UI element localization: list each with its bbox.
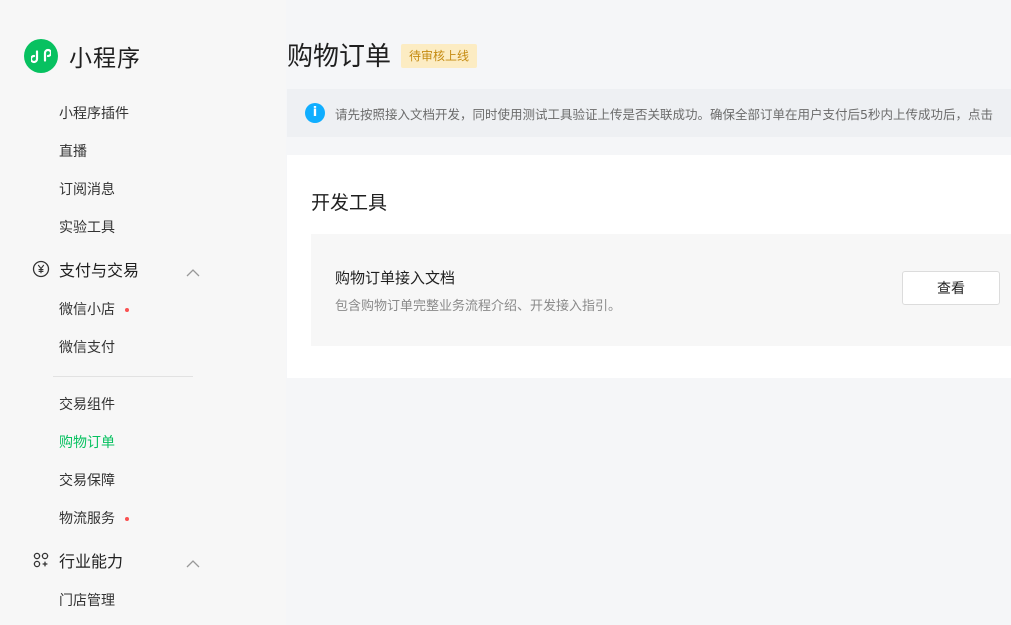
info-icon: i xyxy=(305,103,325,123)
dev-tools-card: 开发工具 购物订单接入文档 包含购物订单完整业务流程介绍、开发接入指引。 查看 xyxy=(287,155,1011,378)
sidebar-item-live[interactable]: 直播 xyxy=(59,142,87,162)
yuan-circle-icon xyxy=(32,260,50,278)
sidebar-item-label: 购物订单 xyxy=(59,435,115,451)
brand-name: 小程序 xyxy=(69,46,141,72)
sidebar-item-plugins[interactable]: 小程序插件 xyxy=(59,104,129,124)
doc-card-description: 包含购物订单完整业务流程介绍、开发接入指引。 xyxy=(335,299,622,314)
sidebar-item-label: 实验工具 xyxy=(59,220,115,236)
notice-banner: i 请先按照接入文档开发，同时使用测试工具验证上传是否关联成功。确保全部订单在用… xyxy=(287,89,1011,137)
sidebar-group-payment[interactable]: 支付与交易 xyxy=(32,258,202,280)
notification-dot xyxy=(125,517,129,521)
sidebar-item-label: 交易组件 xyxy=(59,397,115,413)
section-title: 开发工具 xyxy=(311,192,388,214)
sidebar-item-label: 小程序插件 xyxy=(59,106,129,122)
sidebar-item-store-management[interactable]: 门店管理 xyxy=(59,591,115,611)
sidebar-group-label: 支付与交易 xyxy=(59,261,140,280)
notification-dot xyxy=(125,308,129,312)
view-doc-button[interactable]: 查看 xyxy=(902,271,1000,305)
sidebar-item-label: 订阅消息 xyxy=(59,182,115,198)
page-title: 购物订单 xyxy=(287,42,392,72)
mini-program-logo-icon xyxy=(24,39,58,73)
sidebar-item-label: 门店管理 xyxy=(59,593,115,609)
sidebar-item-subscribe-messages[interactable]: 订阅消息 xyxy=(59,180,115,200)
sidebar-item-label: 微信支付 xyxy=(59,340,115,356)
sidebar-divider xyxy=(53,376,193,377)
doc-card-title: 购物订单接入文档 xyxy=(335,269,456,287)
sidebar-item-shopping-orders[interactable]: 购物订单 xyxy=(59,433,115,453)
industry-nodes-icon xyxy=(32,551,50,569)
sidebar: 小程序 小程序插件 直播 订阅消息 实验工具 支付与交易 微信小店 微信支付 交… xyxy=(0,0,286,625)
sidebar-item-wechat-pay[interactable]: 微信支付 xyxy=(59,338,115,358)
sidebar-item-wechat-shop[interactable]: 微信小店 xyxy=(59,300,129,320)
brand[interactable]: 小程序 xyxy=(24,39,141,73)
sidebar-item-label: 物流服务 xyxy=(59,511,115,527)
sidebar-item-trade-components[interactable]: 交易组件 xyxy=(59,395,115,415)
notice-text: 请先按照接入文档开发，同时使用测试工具验证上传是否关联成功。确保全部订单在用户支… xyxy=(335,106,993,122)
chevron-up-icon[interactable] xyxy=(186,263,200,282)
sidebar-item-lab-tools[interactable]: 实验工具 xyxy=(59,218,115,238)
sidebar-item-label: 交易保障 xyxy=(59,473,115,489)
doc-card: 购物订单接入文档 包含购物订单完整业务流程介绍、开发接入指引。 查看 xyxy=(311,234,1011,346)
sidebar-group-industry[interactable]: 行业能力 xyxy=(32,549,202,571)
sidebar-item-trade-guarantee[interactable]: 交易保障 xyxy=(59,471,115,491)
sidebar-item-label: 直播 xyxy=(59,144,87,160)
chevron-up-icon[interactable] xyxy=(186,554,200,573)
sidebar-item-label: 微信小店 xyxy=(59,302,115,318)
sidebar-group-label: 行业能力 xyxy=(59,552,124,571)
status-badge: 待审核上线 xyxy=(401,44,478,68)
sidebar-item-logistics[interactable]: 物流服务 xyxy=(59,509,129,529)
